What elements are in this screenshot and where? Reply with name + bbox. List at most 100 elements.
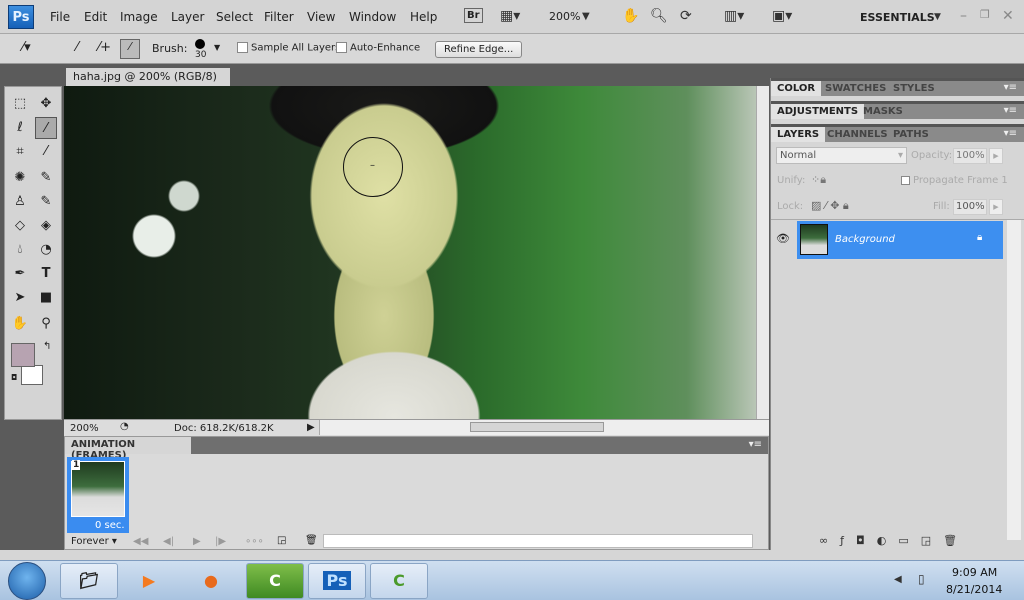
hand-tool-icon[interactable]: ✋: [9, 313, 31, 335]
panel-menu-icon[interactable]: ▾≡: [1004, 105, 1017, 116]
animation-frame[interactable]: 1 0 sec.: [67, 457, 129, 533]
document-canvas[interactable]: [64, 86, 756, 419]
zoom-tool-icon[interactable]: ⚲: [35, 313, 57, 335]
dodge-tool-icon[interactable]: ◔: [35, 239, 57, 261]
tab-styles[interactable]: STYLES: [887, 81, 941, 96]
workspace-switcher[interactable]: ESSENTIALS: [860, 11, 935, 24]
menu-help[interactable]: Help: [410, 10, 437, 24]
menu-edit[interactable]: Edit: [84, 10, 107, 24]
horizontal-scrollbar[interactable]: [319, 420, 769, 435]
layers-scrollbar[interactable]: [1007, 220, 1021, 540]
chevron-down-icon[interactable]: ▼: [582, 11, 590, 22]
document-tab[interactable]: haha.jpg @ 200% (RGB/8) ×: [66, 68, 230, 96]
type-tool-icon[interactable]: T: [35, 263, 57, 285]
new-selection-icon[interactable]: ⁄: [76, 40, 78, 55]
minimize-icon[interactable]: –: [960, 8, 967, 24]
auto-enhance-checkbox[interactable]: Auto-Enhance: [336, 42, 420, 54]
frames-scrollbar[interactable]: [323, 534, 753, 548]
menu-filter[interactable]: Filter: [264, 10, 294, 24]
foreground-color-swatch[interactable]: [11, 343, 35, 367]
visibility-eye-icon[interactable]: 👁︎: [776, 232, 790, 245]
crop-tool-icon[interactable]: ⌗: [9, 141, 31, 163]
menu-file[interactable]: File: [50, 10, 70, 24]
panel-menu-icon[interactable]: ▾≡: [749, 439, 762, 450]
camtasia-recorder-taskbar-icon[interactable]: C: [370, 563, 428, 599]
subtract-from-selection-icon[interactable]: ⁄: [120, 39, 140, 59]
brush-preview-icon[interactable]: [195, 39, 205, 49]
history-brush-icon[interactable]: ✎: [35, 191, 57, 213]
camtasia-taskbar-icon[interactable]: C: [246, 563, 304, 599]
menu-image[interactable]: Image: [120, 10, 158, 24]
blend-mode-dropdown[interactable]: Normal ▾: [776, 147, 907, 164]
screen-mode-icon[interactable]: ▣▾: [772, 8, 792, 24]
fill-field[interactable]: 100%: [953, 199, 987, 215]
clone-stamp-icon[interactable]: ♙: [9, 191, 31, 213]
opacity-field[interactable]: 100%: [953, 148, 987, 164]
clock-time[interactable]: 9:09 AM: [952, 566, 997, 579]
default-colors-icon[interactable]: ◘: [11, 373, 17, 382]
tab-masks[interactable]: MASKS: [857, 104, 909, 119]
tab-channels[interactable]: CHANNELS: [821, 127, 894, 142]
zoom-level-dropdown[interactable]: 200%: [549, 10, 580, 23]
opacity-slider-arrow-icon[interactable]: ▶: [989, 148, 1003, 164]
paint-bucket-icon[interactable]: ◈: [35, 215, 57, 237]
path-selection-icon[interactable]: ➤: [9, 287, 31, 309]
add-to-selection-icon[interactable]: ⁄+: [98, 40, 111, 55]
photoshop-taskbar-icon[interactable]: Ps: [308, 563, 366, 599]
menu-window[interactable]: Window: [349, 10, 396, 24]
clock-date[interactable]: 8/21/2014: [946, 583, 1002, 596]
close-icon[interactable]: ✕: [1002, 8, 1014, 24]
eraser-tool-icon[interactable]: ◇: [9, 215, 31, 237]
marquee-tool-icon[interactable]: ⬚: [9, 93, 31, 115]
zoom-tool-icon[interactable]: 🔍︎: [650, 8, 668, 24]
status-icon[interactable]: ◔: [120, 421, 129, 432]
background-color-swatch[interactable]: [21, 365, 43, 385]
tween-icon[interactable]: ∘∘∘: [245, 536, 264, 547]
layer-panel-actions[interactable]: ∞ƒ◘◐▭◲🗑︎: [819, 534, 969, 547]
play-icon[interactable]: ▶: [193, 536, 201, 547]
trash-icon[interactable]: 🗑︎: [305, 535, 318, 546]
eyedropper-tool-icon[interactable]: ⁄: [35, 141, 57, 163]
sample-all-layers-checkbox[interactable]: Sample All Layers: [237, 42, 340, 54]
tab-swatches[interactable]: SWATCHES: [819, 81, 892, 96]
shape-tool-icon[interactable]: ■: [35, 287, 57, 309]
swap-colors-icon[interactable]: ↰: [43, 341, 51, 352]
media-player-taskbar-icon[interactable]: ▶: [120, 563, 178, 599]
duplicate-frame-icon[interactable]: ◲: [277, 535, 286, 546]
arrange-documents-icon[interactable]: ▥▾: [724, 8, 744, 24]
tab-animation-frames[interactable]: ANIMATION (FRAMES): [65, 437, 191, 461]
refine-edge-button[interactable]: Refine Edge...: [435, 41, 523, 58]
file-explorer-taskbar-icon[interactable]: 📁︎: [60, 563, 118, 599]
zoom-field[interactable]: 200%: [70, 423, 99, 434]
move-tool-icon[interactable]: ✥: [35, 93, 57, 115]
quick-selection-preset-icon[interactable]: ⁄▾: [22, 40, 31, 55]
layer-background[interactable]: Background 🔒︎: [797, 221, 1003, 259]
tab-adjustments[interactable]: ADJUSTMENTS: [771, 104, 865, 119]
tab-color[interactable]: COLOR: [771, 81, 822, 96]
rotate-view-icon[interactable]: ⟳: [680, 8, 692, 24]
chevron-down-icon[interactable]: ▼: [214, 43, 220, 52]
battery-icon[interactable]: ▯: [918, 572, 925, 586]
loop-options-dropdown[interactable]: Forever ▾: [71, 536, 117, 547]
brush-tool-icon[interactable]: ✎: [35, 167, 57, 189]
blur-tool-icon[interactable]: 💧︎: [9, 239, 31, 261]
menu-select[interactable]: Select: [216, 10, 253, 24]
panel-menu-icon[interactable]: ▾≡: [1004, 128, 1017, 139]
first-frame-icon[interactable]: ◀◀: [133, 536, 148, 547]
mini-bridge-icon[interactable]: ▦▾: [500, 8, 520, 24]
quick-selection-tool-icon[interactable]: ⁄: [35, 117, 57, 139]
status-menu-arrow-icon[interactable]: ▶: [307, 422, 315, 433]
next-frame-icon[interactable]: |▶: [215, 536, 226, 547]
healing-brush-icon[interactable]: ✺: [9, 167, 31, 189]
bridge-button[interactable]: Br: [464, 8, 483, 23]
start-button[interactable]: [8, 562, 46, 600]
panel-menu-icon[interactable]: ▾≡: [1004, 82, 1017, 93]
tab-paths[interactable]: PATHS: [887, 127, 935, 142]
menu-layer[interactable]: Layer: [171, 10, 204, 24]
previous-frame-icon[interactable]: ◀|: [163, 536, 174, 547]
chevron-down-icon[interactable]: ▼: [934, 12, 941, 22]
pen-tool-icon[interactable]: ✒: [9, 263, 31, 285]
vertical-scrollbar[interactable]: [756, 86, 769, 419]
frame-delay[interactable]: 0 sec.: [95, 520, 125, 531]
lasso-tool-icon[interactable]: ℓ: [9, 117, 31, 139]
